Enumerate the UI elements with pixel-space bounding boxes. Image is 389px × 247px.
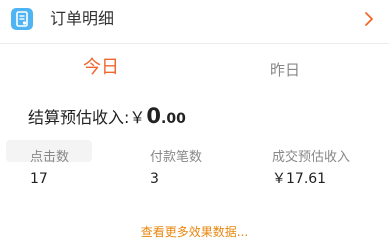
- stat-value: 3: [150, 171, 159, 187]
- tab-yesterday[interactable]: 昨日: [270, 58, 300, 82]
- order-detail-title: 订单明细: [50, 9, 115, 28]
- view-more-link[interactable]: 查看更多效果数据...: [0, 224, 389, 240]
- settlement-label: 结算预估收入:: [28, 108, 130, 127]
- stat-label: 成交预估收入: [272, 150, 351, 165]
- stat-label: 点击数: [30, 150, 70, 165]
- divider: [0, 43, 389, 44]
- settlement-income: 结算预估收入: ￥ 0 .00: [28, 104, 186, 132]
- settlement-amount-integer: 0: [146, 104, 162, 128]
- stat-value: 17: [30, 171, 48, 187]
- chevron-right-icon[interactable]: [362, 10, 376, 28]
- stat-payments: 付款笔数 3: [150, 150, 202, 188]
- stat-estimated-income: 成交预估收入 ￥17.61: [272, 150, 350, 188]
- stat-value: ￥17.61: [272, 171, 327, 187]
- order-detail-row[interactable]: 订单明细: [0, 0, 389, 40]
- settlement-amount-decimal: .00: [161, 111, 186, 127]
- stat-clicks: 点击数 17: [30, 150, 69, 188]
- settlement-currency: ￥: [129, 108, 146, 127]
- document-icon: [11, 8, 33, 30]
- stat-label: 付款笔数: [150, 150, 203, 165]
- tab-today[interactable]: 今日: [83, 56, 119, 80]
